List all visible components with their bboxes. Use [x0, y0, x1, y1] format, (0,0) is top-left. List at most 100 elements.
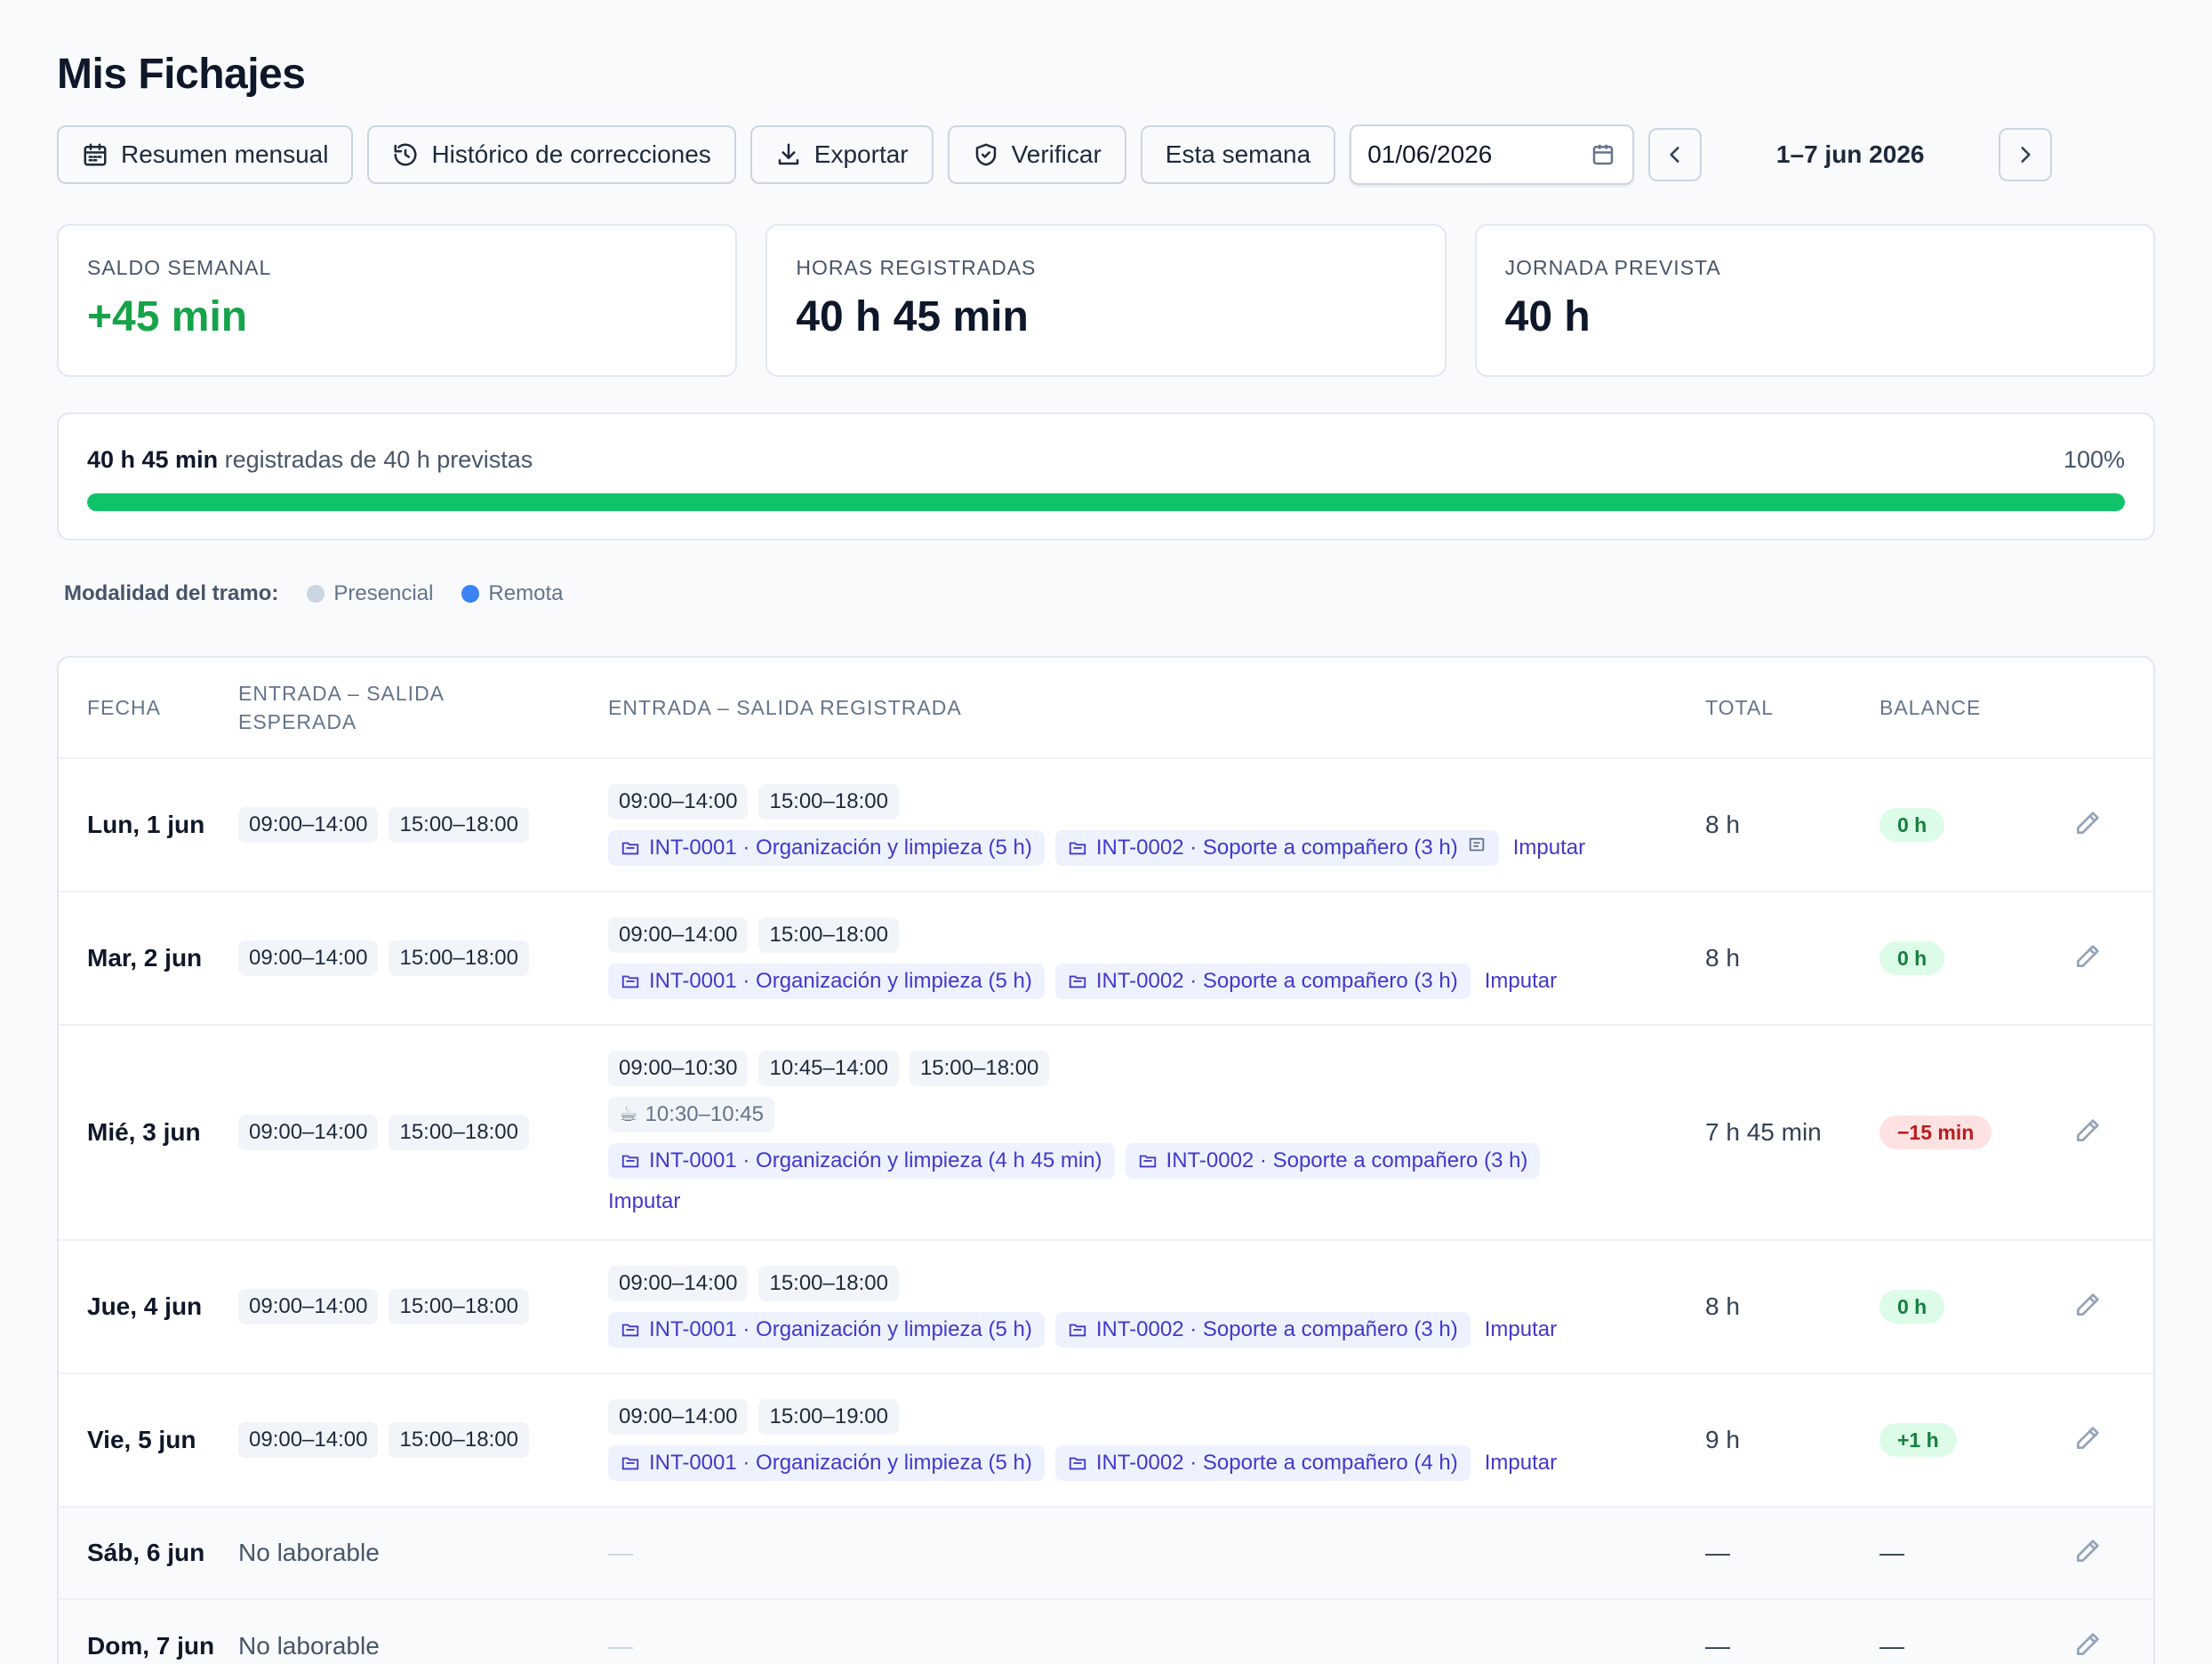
- imputar-link[interactable]: Imputar: [1513, 836, 1585, 860]
- calendar-icon: [1592, 144, 1614, 165]
- project-allocation-label: INT-0002 · Soporte a compañero (3 h): [1095, 836, 1458, 860]
- non-working-label: No laborable: [238, 1539, 380, 1566]
- monthly-summary-button[interactable]: Resumen mensual: [57, 125, 354, 184]
- pencil-icon[interactable]: [2073, 1116, 2102, 1149]
- stat-value: 40 h: [1504, 293, 1591, 340]
- imputar-link[interactable]: Imputar: [608, 1189, 1705, 1214]
- download-icon: [778, 143, 799, 165]
- project-allocation-chip[interactable]: INT-0002 · Soporte a compañero (3 h): [1054, 830, 1499, 866]
- stat-value: 40 h 45 min: [796, 293, 1029, 340]
- imputar-link[interactable]: Imputar: [1485, 1317, 1557, 1342]
- imputar-link[interactable]: Imputar: [1485, 969, 1557, 994]
- stat-label: SALDO SEMANAL: [87, 256, 272, 279]
- header-balance: BALANCE: [1879, 696, 1982, 719]
- stat-label: HORAS REGISTRADAS: [796, 256, 1037, 279]
- project-allocation-label: INT-0001 · Organización y limpieza (5 h): [649, 836, 1032, 860]
- project-allocation-chip[interactable]: INT-0001 · Organización y limpieza (5 h): [608, 830, 1045, 866]
- registered-slot-chip[interactable]: 09:00–14:00: [608, 917, 749, 953]
- pencil-icon[interactable]: [2073, 809, 2102, 842]
- progress-bar: [87, 493, 2125, 511]
- stat-card-registered-hours: HORAS REGISTRADAS 40 h 45 min: [765, 224, 1447, 377]
- registered-slot-chip[interactable]: 09:00–14:00: [608, 784, 749, 820]
- row-total: —: [1705, 1539, 1730, 1566]
- export-button[interactable]: Exportar: [749, 125, 934, 184]
- modality-legend: Modalidad del tramo: Presencial Remota: [57, 576, 2155, 612]
- project-allocation-label: INT-0001 · Organización y limpieza (5 h): [649, 1451, 1032, 1475]
- registered-slot-chip[interactable]: 09:00–14:00: [608, 1399, 749, 1435]
- balance-badge: 0 h: [1879, 1290, 1945, 1324]
- project-allocation-chip[interactable]: INT-0001 · Organización y limpieza (4 h …: [608, 1143, 1115, 1179]
- pencil-icon[interactable]: [2073, 1537, 2102, 1570]
- table-row: Lun, 1 jun 09:00–14:00 15:00–18:00 09:00–14…: [59, 759, 2153, 892]
- registered-slot-chip[interactable]: 15:00–18:00: [758, 1266, 899, 1301]
- previous-week-button[interactable]: [1648, 128, 1703, 181]
- row-total: 9 h: [1705, 1426, 1740, 1453]
- expected-slot-chip: 09:00–14:00: [238, 940, 379, 976]
- legend-dot: [461, 585, 480, 603]
- project-allocation-chip[interactable]: INT-0001 · Organización y limpieza (5 h): [608, 964, 1045, 999]
- toolbar: Resumen mensual Histórico de correccione…: [57, 124, 2155, 185]
- header-expected-line2: ESPERADA: [238, 710, 357, 733]
- page-title: Mis Fichajes: [57, 51, 306, 98]
- row-balance: —: [1879, 1539, 1904, 1566]
- registered-slot-chip[interactable]: 15:00–19:00: [758, 1399, 899, 1435]
- pencil-icon[interactable]: [2073, 1424, 2102, 1457]
- project-allocation-label: INT-0002 · Soporte a compañero (3 h): [1095, 1317, 1458, 1341]
- project-allocation-label: INT-0001 · Organización y limpieza (5 h): [649, 969, 1032, 993]
- stats-row: SALDO SEMANAL +45 min HORAS REGISTRADAS …: [57, 224, 2155, 377]
- coffee-icon: ☕: [619, 1102, 638, 1126]
- balance-badge: 0 h: [1879, 941, 1945, 975]
- verify-button[interactable]: Verificar: [947, 125, 1126, 184]
- project-allocation-chip[interactable]: INT-0001 · Organización y limpieza (5 h): [608, 1312, 1045, 1348]
- registered-slot-chip[interactable]: 15:00–18:00: [909, 1051, 1050, 1086]
- expected-slot-chip: 15:00–18:00: [389, 1422, 529, 1458]
- project-allocation-chip[interactable]: INT-0002 · Soporte a compañero (3 h): [1054, 964, 1471, 999]
- folder-icon: [621, 975, 639, 988]
- registered-slot-chip[interactable]: 15:00–18:00: [758, 784, 899, 820]
- expected-slot-chip: 09:00–14:00: [238, 1289, 379, 1324]
- registered-slot-chip[interactable]: 09:00–14:00: [608, 1266, 749, 1301]
- date-input[interactable]: 01/06/2026: [1350, 124, 1635, 185]
- header-date: FECHA: [87, 696, 161, 719]
- table-row: Sáb, 6 jun No laborable — — —: [59, 1508, 2153, 1600]
- page: Mis Fichajes Resumen mensual Histórico d…: [57, 43, 2155, 1664]
- registered-slot-chip[interactable]: 09:00–10:30: [608, 1051, 749, 1086]
- balance-badge: 0 h: [1879, 808, 1945, 842]
- project-allocation-chip[interactable]: INT-0001 · Organización y limpieza (5 h): [608, 1445, 1045, 1481]
- expected-slot-chip: 15:00–18:00: [389, 807, 529, 843]
- project-allocation-chip[interactable]: INT-0002 · Soporte a compañero (3 h): [1054, 1312, 1471, 1348]
- folder-icon: [621, 842, 639, 855]
- folder-icon: [1069, 975, 1086, 988]
- week-range-label: 1–7 jun 2026: [1775, 140, 1925, 168]
- registered-slot-chip[interactable]: 15:00–18:00: [758, 917, 899, 953]
- progress-suffix: registradas de 40 h previstas: [224, 446, 533, 473]
- balance-badge: +1 h: [1879, 1423, 1957, 1457]
- timesheet-table: FECHA ENTRADA – SALIDA ESPERADA ENTRADA …: [57, 656, 2155, 1664]
- corrections-history-button[interactable]: Histórico de correcciones: [367, 125, 736, 184]
- this-week-button[interactable]: Esta semana: [1140, 125, 1336, 184]
- folder-icon: [1069, 842, 1086, 855]
- comment-icon: [1467, 836, 1487, 861]
- progress-percent: 100%: [2063, 446, 2125, 473]
- imputar-link[interactable]: Imputar: [1485, 1451, 1557, 1476]
- break-time: 10:30–10:45: [645, 1102, 764, 1126]
- folder-icon: [1069, 1457, 1086, 1470]
- header-expected: ENTRADA – SALIDA ESPERADA: [238, 679, 608, 736]
- pencil-icon[interactable]: [2073, 1291, 2102, 1324]
- row-date: Mié, 3 jun: [87, 1118, 201, 1146]
- project-allocation-chip[interactable]: INT-0002 · Soporte a compañero (3 h): [1125, 1143, 1541, 1179]
- table-header: FECHA ENTRADA – SALIDA ESPERADA ENTRADA …: [59, 658, 2153, 759]
- expected-slot-chip: 09:00–14:00: [238, 1115, 379, 1150]
- expected-slot-chip: 15:00–18:00: [389, 1115, 529, 1150]
- folder-icon: [621, 1155, 639, 1168]
- table-row: Mar, 2 jun 09:00–14:00 15:00–18:00 09:00–14…: [59, 892, 2153, 1026]
- next-week-button[interactable]: [1999, 128, 2053, 181]
- registered-slot-chip[interactable]: 10:45–14:00: [758, 1051, 899, 1086]
- calendar-icon: [84, 143, 107, 166]
- expected-slot-chip: 09:00–14:00: [238, 807, 379, 843]
- stat-card-weekly-balance: SALDO SEMANAL +45 min: [57, 224, 738, 377]
- pencil-icon[interactable]: [2073, 1630, 2102, 1663]
- pencil-icon[interactable]: [2073, 942, 2102, 975]
- progress-text: 40 h 45 min registradas de 40 h prevista…: [87, 446, 533, 474]
- project-allocation-chip[interactable]: INT-0002 · Soporte a compañero (4 h): [1054, 1445, 1471, 1481]
